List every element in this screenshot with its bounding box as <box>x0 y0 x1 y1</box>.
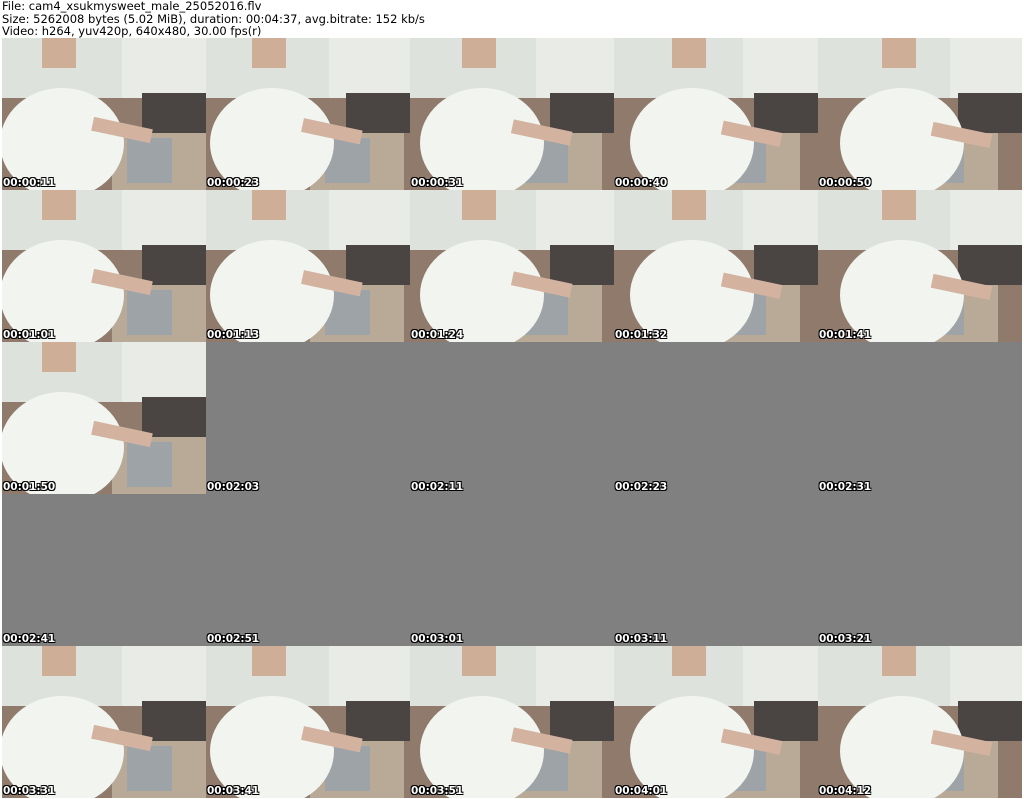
thumbnail-timestamp: 00:02:41 <box>3 633 56 645</box>
thumbnail-grid: 00:00:11 00:00:23 00:00:31 00:00:40 00:00:50… <box>2 38 1022 798</box>
thumbnail: 00:03:11 <box>614 494 818 646</box>
thumbnail: 00:01:24 <box>410 190 614 342</box>
thumbnail-timestamp: 00:01:50 <box>3 481 56 493</box>
video-frame-image <box>410 646 614 798</box>
video-frame-image <box>410 190 614 342</box>
thumbnail-timestamp: 00:00:50 <box>819 177 872 189</box>
thumbnail: 00:01:32 <box>614 190 818 342</box>
thumbnail-timestamp: 00:02:23 <box>615 481 668 493</box>
thumbnail: 00:02:11 <box>410 342 614 494</box>
thumbnail: 00:01:41 <box>818 190 1022 342</box>
thumbnail: 00:03:21 <box>818 494 1022 646</box>
thumbnail: 00:00:50 <box>818 38 1022 190</box>
thumbnail: 00:04:01 <box>614 646 818 798</box>
thumbnail-timestamp: 00:03:31 <box>3 785 56 797</box>
thumbnail: 00:01:13 <box>206 190 410 342</box>
thumbnail-timestamp: 00:03:41 <box>207 785 260 797</box>
video-frame-image <box>818 646 1022 798</box>
video-frame-image <box>206 38 410 190</box>
thumbnail-timestamp: 00:01:24 <box>411 329 464 341</box>
thumbnail: 00:02:51 <box>206 494 410 646</box>
thumbnail-timestamp: 00:01:41 <box>819 329 872 341</box>
thumbnail: 00:01:01 <box>2 190 206 342</box>
thumbnail-timestamp: 00:00:31 <box>411 177 464 189</box>
thumbnail-timestamp: 00:03:21 <box>819 633 872 645</box>
thumbnail-timestamp: 00:02:11 <box>411 481 464 493</box>
thumbnail-timestamp: 00:02:03 <box>207 481 260 493</box>
video-frame-image <box>818 190 1022 342</box>
file-name-line: File: cam4_xsukmysweet_male_25052016.flv <box>2 0 262 13</box>
thumbnail-timestamp: 00:02:31 <box>819 481 872 493</box>
thumbnail: 00:01:50 <box>2 342 206 494</box>
video-frame-image <box>206 190 410 342</box>
thumbnail-timestamp: 00:03:11 <box>615 633 668 645</box>
thumbnail: 00:03:41 <box>206 646 410 798</box>
thumbnail: 00:00:40 <box>614 38 818 190</box>
thumbnail: 00:03:31 <box>2 646 206 798</box>
thumbnail: 00:02:41 <box>2 494 206 646</box>
video-frame-image <box>614 190 818 342</box>
thumbnail: 00:02:31 <box>818 342 1022 494</box>
thumbnail: 00:03:01 <box>410 494 614 646</box>
thumbnail: 00:00:23 <box>206 38 410 190</box>
video-frame-image <box>410 38 614 190</box>
thumbnail-timestamp: 00:04:12 <box>819 785 872 797</box>
thumbnail-timestamp: 00:00:23 <box>207 177 260 189</box>
thumbnail: 00:00:31 <box>410 38 614 190</box>
thumbnail: 00:02:03 <box>206 342 410 494</box>
thumbnail-timestamp: 00:01:32 <box>615 329 668 341</box>
video-frame-image <box>2 190 206 342</box>
file-info-header: File: cam4_xsukmysweet_male_25052016.flv… <box>2 0 1022 38</box>
thumbnail: 00:04:12 <box>818 646 1022 798</box>
video-frame-image <box>2 342 206 494</box>
thumbnail-timestamp: 00:00:40 <box>615 177 668 189</box>
thumbnail-timestamp: 00:01:13 <box>207 329 260 341</box>
thumbnail-timestamp: 00:04:01 <box>615 785 668 797</box>
thumbnail-timestamp: 00:03:51 <box>411 785 464 797</box>
thumbnail-timestamp: 00:01:01 <box>3 329 56 341</box>
video-info-line: Video: h264, yuv420p, 640x480, 30.00 fps… <box>2 24 262 38</box>
thumbnail-timestamp: 00:03:01 <box>411 633 464 645</box>
thumbnail-timestamp: 00:00:11 <box>3 177 56 189</box>
thumbnail: 00:03:51 <box>410 646 614 798</box>
thumbnail: 00:02:23 <box>614 342 818 494</box>
video-frame-image <box>614 646 818 798</box>
video-frame-image <box>614 38 818 190</box>
video-frame-image <box>206 646 410 798</box>
video-frame-image <box>2 38 206 190</box>
thumbnail-timestamp: 00:02:51 <box>207 633 260 645</box>
thumbnail: 00:00:11 <box>2 38 206 190</box>
video-frame-image <box>2 646 206 798</box>
video-frame-image <box>818 38 1022 190</box>
